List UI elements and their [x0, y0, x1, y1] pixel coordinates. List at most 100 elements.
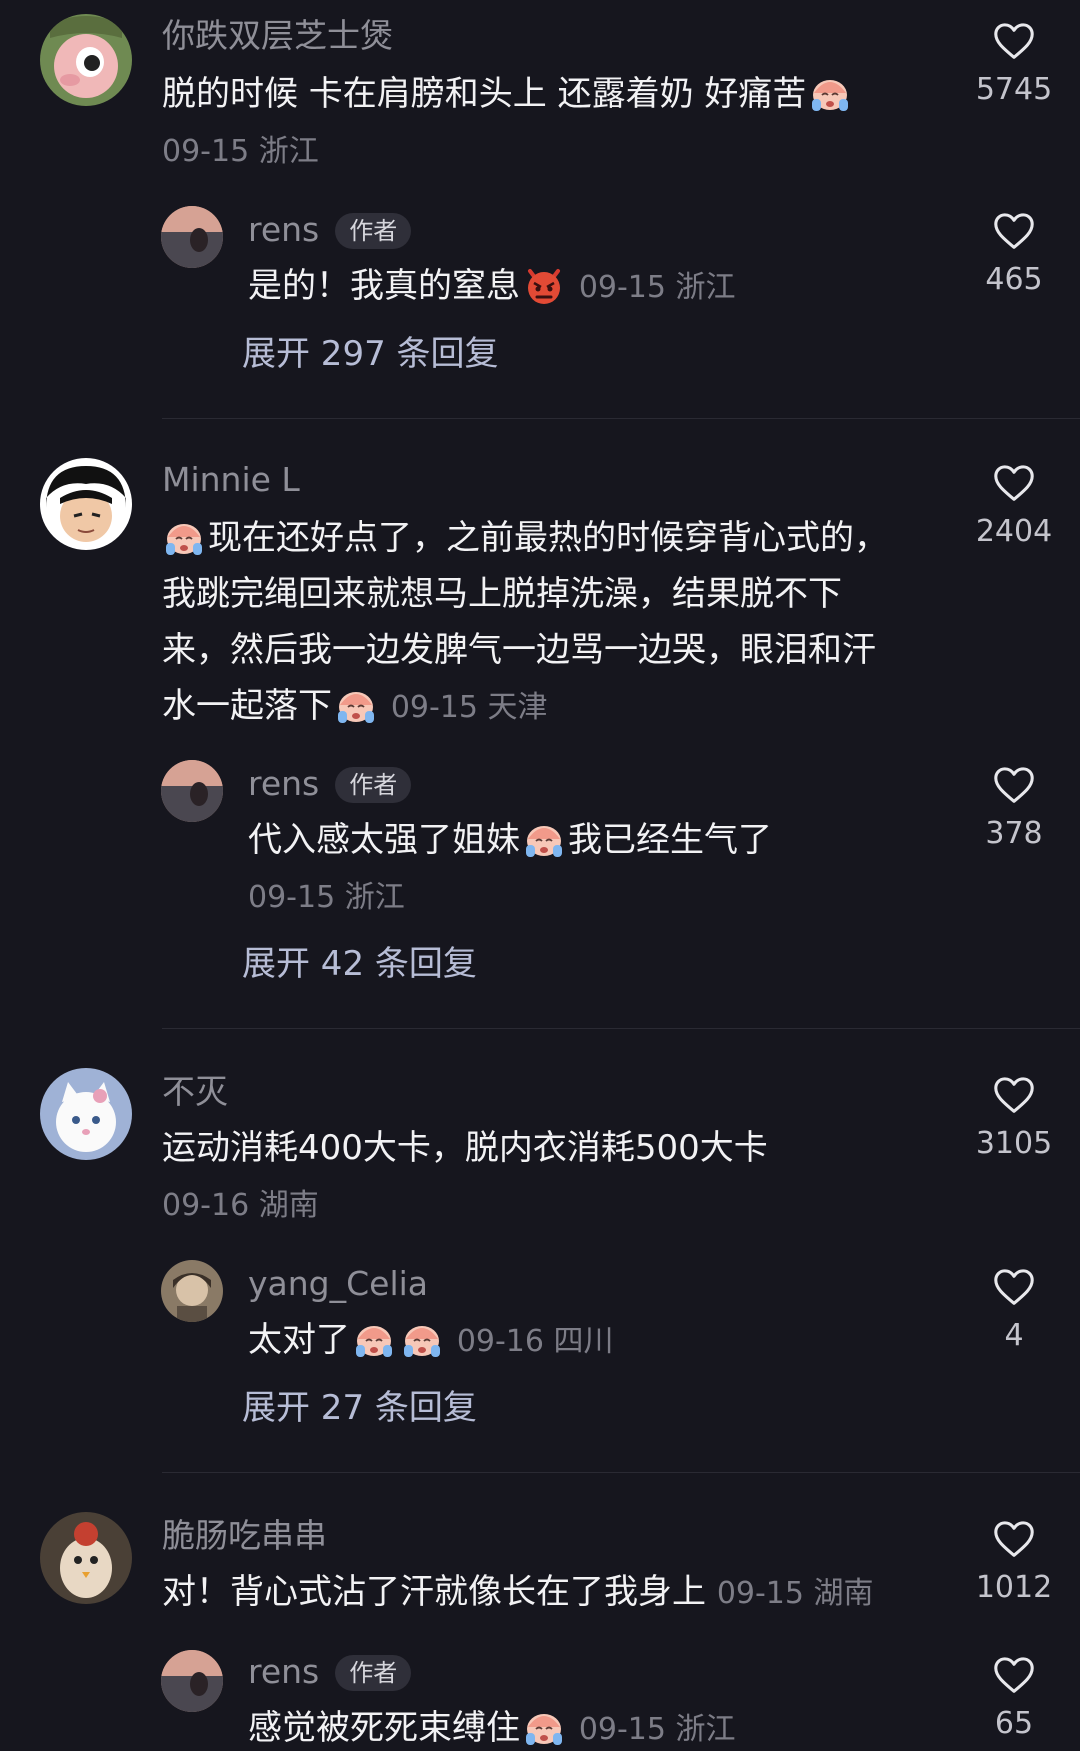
avatar-image	[161, 206, 223, 268]
username-text: 脆肠吃串串	[162, 1516, 327, 1555]
author-badge: 作者	[335, 213, 412, 249]
username[interactable]: 脆肠吃串串	[162, 1516, 327, 1556]
crying-emoji-icon	[522, 819, 566, 859]
like-count: 65	[994, 1706, 1034, 1741]
reply-avatar[interactable]	[161, 760, 223, 822]
username-text: rens	[248, 1652, 320, 1691]
divider	[162, 418, 1080, 419]
reply-text[interactable]: 太对了 09-16 四川	[248, 1312, 928, 1370]
reply-text[interactable]: 代入感太强了姐妹 我已经生气了	[248, 812, 928, 868]
avatar-image	[161, 1650, 223, 1712]
author-badge: 作者	[335, 1655, 412, 1691]
like-button[interactable]: 5745	[964, 18, 1064, 108]
reply-username[interactable]: yang_Celia	[248, 1264, 428, 1304]
like-count: 1012	[975, 1570, 1053, 1605]
username-text: 你跌双层芝士煲	[162, 16, 393, 55]
reply-avatar[interactable]	[161, 1260, 223, 1322]
comment-text[interactable]: 运动消耗400大卡，脱内衣消耗500大卡	[162, 1120, 922, 1176]
like-button[interactable]: 4	[964, 1264, 1064, 1354]
reply-text-part: 是的！我真的窒息	[248, 266, 520, 306]
heart-icon	[991, 208, 1037, 254]
comment-meta: 09-15 天津	[390, 690, 548, 725]
crying-emoji-icon	[808, 73, 852, 113]
heart-icon	[991, 1652, 1037, 1698]
heart-icon	[991, 1264, 1037, 1310]
comment-text-part: 水一起落下	[162, 686, 332, 726]
comment-text-part: 我跳完绳回来就想马上脱掉洗澡，结果脱不下	[162, 574, 842, 614]
crying-emoji-icon	[522, 1707, 566, 1747]
reply-username[interactable]: rens 作者	[248, 210, 412, 250]
like-count: 3105	[975, 1126, 1053, 1161]
comment-text-part: 现在还好点了，之前最热的时候穿背心式的，	[208, 518, 888, 558]
comment-text[interactable]: 脱的时候 卡在肩膀和头上 还露着奶 好痛苦	[162, 66, 922, 122]
heart-icon	[991, 762, 1037, 808]
like-button[interactable]: 465	[964, 208, 1064, 298]
like-count: 2404	[975, 514, 1053, 549]
like-button[interactable]: 2404	[964, 460, 1064, 550]
comment-list: 你跌双层芝士煲 脱的时候 卡在肩膀和头上 还露着奶 好痛苦 09-15 浙江 5…	[0, 0, 1080, 1751]
username-text: Minnie L	[162, 460, 300, 499]
like-button[interactable]: 65	[964, 1652, 1064, 1742]
user-avatar[interactable]	[40, 458, 132, 550]
like-button[interactable]: 3105	[964, 1072, 1064, 1162]
crying-emoji-icon	[334, 685, 378, 725]
reply-text-part: 太对了	[248, 1320, 350, 1360]
divider	[162, 1028, 1080, 1029]
comment-meta: 09-15 浙江	[162, 134, 319, 169]
reply-username[interactable]: rens 作者	[248, 1652, 412, 1692]
username-text: rens	[248, 210, 320, 249]
crying-emoji-icon	[400, 1319, 444, 1359]
comment-text[interactable]: 现在还好点了，之前最热的时候穿背心式的， 我跳完绳回来就想马上脱掉洗澡，结果脱不…	[162, 510, 922, 736]
reply-meta: 09-15 浙江	[578, 1712, 736, 1747]
angry-devil-emoji-icon	[522, 265, 566, 305]
comment-meta: 09-15 湖南	[716, 1576, 874, 1611]
avatar-image	[161, 1260, 223, 1322]
reply-text[interactable]: 感觉被死死束缚住 09-15 浙江	[248, 1700, 928, 1751]
like-count: 4	[1004, 1318, 1024, 1353]
reply-text-part: 代入感太强了姐妹	[248, 820, 520, 860]
username[interactable]: Minnie L	[162, 460, 300, 500]
avatar-image	[40, 14, 132, 106]
user-avatar[interactable]	[40, 14, 132, 106]
username[interactable]: 你跌双层芝士煲	[162, 16, 393, 56]
reply-text-part: 感觉被死死束缚住	[248, 1708, 520, 1748]
like-count: 378	[985, 816, 1043, 851]
comment-text-part: 来，然后我一边发脾气一边骂一边哭，眼泪和汗	[162, 630, 876, 670]
like-button[interactable]: 378	[964, 762, 1064, 852]
username[interactable]: 不灭	[162, 1072, 228, 1112]
crying-emoji-icon	[162, 517, 206, 557]
heart-icon	[991, 1516, 1037, 1562]
user-avatar[interactable]	[40, 1512, 132, 1604]
heart-icon	[991, 1072, 1037, 1118]
expand-replies-button[interactable]: 展开 297 条回复	[242, 332, 499, 376]
reply-meta: 09-15 浙江	[248, 880, 405, 915]
heart-icon	[991, 18, 1037, 64]
user-avatar[interactable]	[40, 1068, 132, 1160]
divider	[162, 1472, 1080, 1473]
username-text: rens	[248, 764, 320, 803]
crying-emoji-icon	[352, 1319, 396, 1359]
avatar-image	[40, 1068, 132, 1160]
comment-text[interactable]: 对！背心式沾了汗就像长在了我身上 09-15 湖南	[162, 1564, 922, 1622]
heart-icon	[991, 460, 1037, 506]
reply-meta: 09-16 四川	[456, 1324, 614, 1359]
comment-meta: 09-16 湖南	[162, 1188, 319, 1223]
avatar-image	[161, 760, 223, 822]
expand-replies-button[interactable]: 展开 27 条回复	[242, 1386, 477, 1430]
like-button[interactable]: 1012	[964, 1516, 1064, 1606]
username-text: yang_Celia	[248, 1264, 429, 1303]
expand-replies-button[interactable]: 展开 42 条回复	[242, 942, 477, 986]
avatar-image	[40, 1512, 132, 1604]
reply-avatar[interactable]	[161, 206, 223, 268]
comment-text-part: 脱的时候 卡在肩膀和头上 还露着奶 好痛苦	[162, 74, 807, 114]
author-badge: 作者	[335, 767, 412, 803]
reply-avatar[interactable]	[161, 1650, 223, 1712]
reply-text-part: 我已经生气了	[568, 820, 772, 860]
reply-username[interactable]: rens 作者	[248, 764, 412, 804]
comment-text-part: 对！背心式沾了汗就像长在了我身上	[162, 1572, 706, 1612]
like-count: 5745	[975, 72, 1053, 107]
like-count: 465	[985, 262, 1043, 297]
reply-text[interactable]: 是的！我真的窒息 09-15 浙江	[248, 258, 928, 316]
username-text: 不灭	[162, 1072, 228, 1111]
reply-meta: 09-15 浙江	[578, 270, 736, 305]
